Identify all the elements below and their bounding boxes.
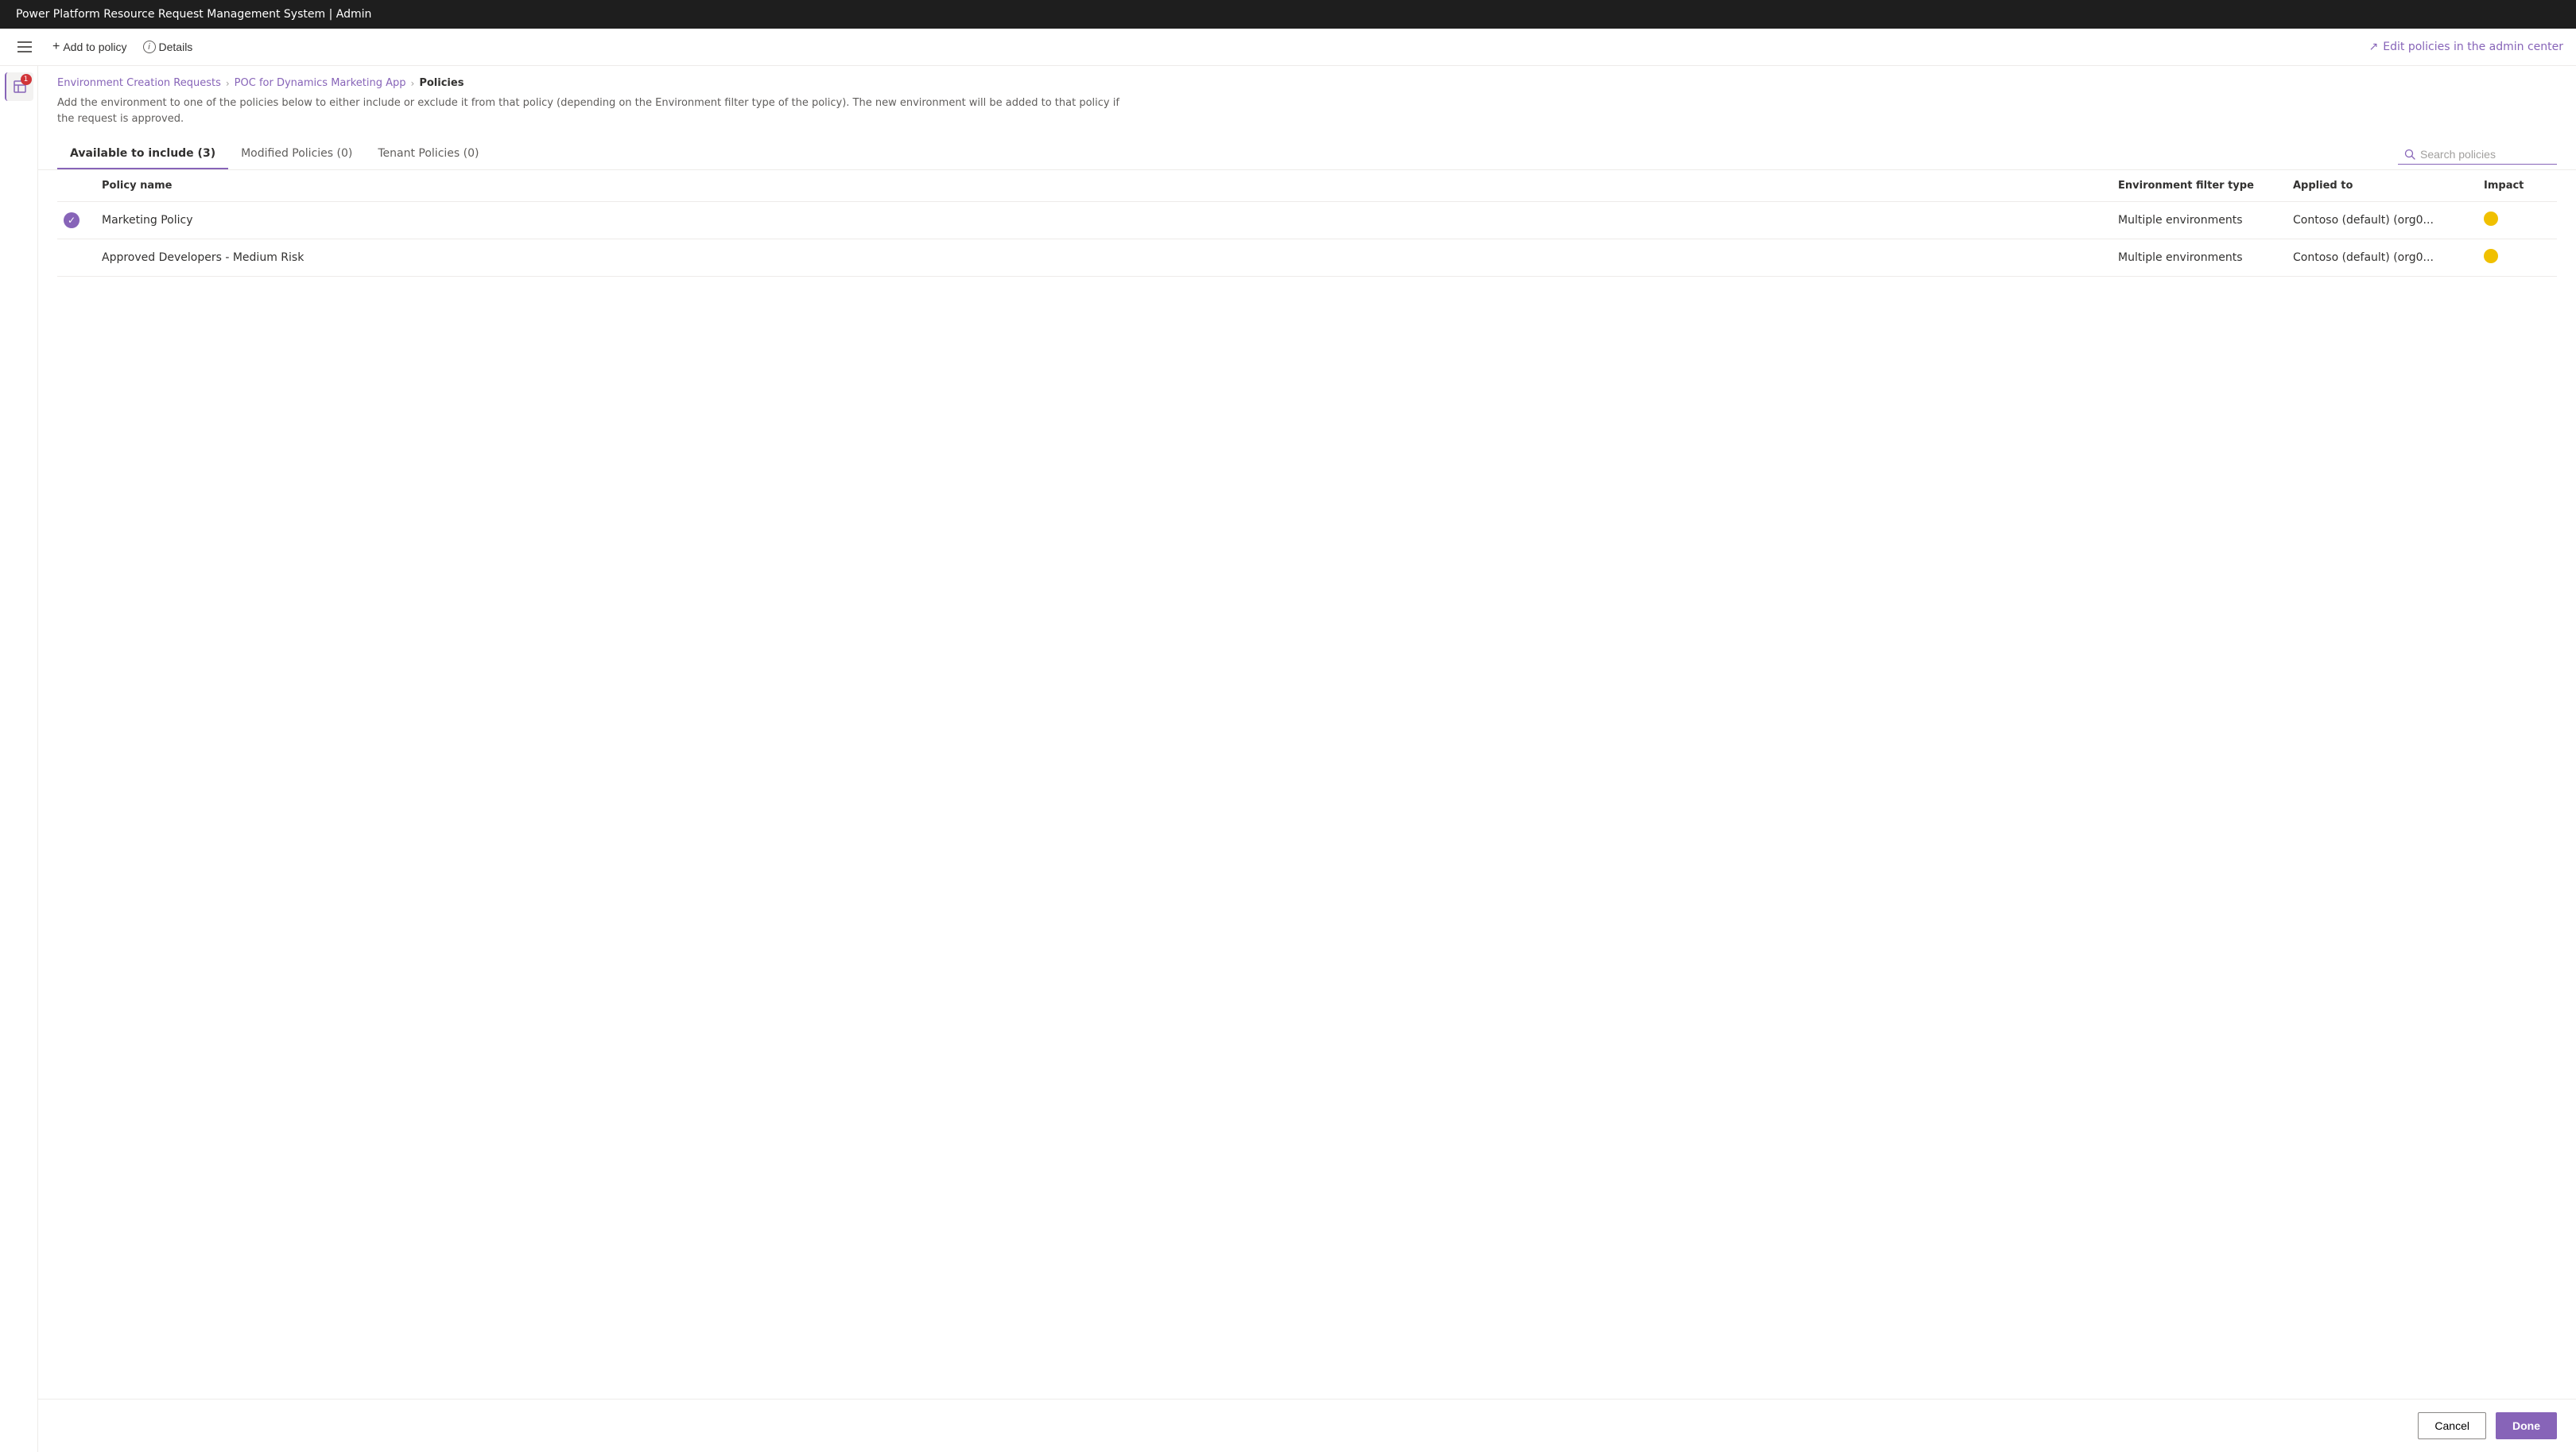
add-to-policy-button[interactable]: + Add to policy [46,35,134,59]
external-link-icon: ↗ [2369,41,2379,53]
hamburger-line-1 [17,41,32,43]
table-cell-policy-name: Marketing Policy [95,202,2112,239]
col-header-check [57,170,95,202]
table-header-row: Policy name Environment filter type Appl… [57,170,2557,202]
sidebar: 1 [0,66,38,1452]
edit-policies-label: Edit policies in the admin center [2383,41,2563,53]
tabs: Available to include (3) Modified Polici… [57,139,491,169]
details-label: Details [159,41,193,53]
table-row[interactable]: Approved Developers - Medium RiskMultipl… [57,239,2557,277]
hamburger-line-2 [17,46,32,48]
breadcrumb-step3: Policies [419,77,464,89]
tabs-container: Available to include (3) Modified Polici… [38,139,2576,170]
add-to-policy-label: Add to policy [63,41,126,53]
page-description: Add the environment to one of the polici… [38,89,1151,139]
plus-icon: + [52,40,60,54]
tab-modified[interactable]: Modified Policies (0) [228,139,365,169]
col-header-env-filter: Environment filter type [2112,170,2287,202]
footer: Cancel Done [38,1399,2576,1452]
table-cell-policy-name: Approved Developers - Medium Risk [95,239,2112,277]
breadcrumb-sep-2: › [411,78,415,89]
table-body: ✓ Marketing PolicyMultiple environmentsCo… [57,202,2557,277]
toolbar-left: + Add to policy i Details [13,35,199,59]
tab-tenant[interactable]: Tenant Policies (0) [365,139,491,169]
table-cell-applied-to: Contoso (default) (org0... [2287,239,2477,277]
breadcrumb-step1[interactable]: Environment Creation Requests [57,77,221,89]
impact-dot [2484,249,2498,263]
impact-dot [2484,212,2498,226]
notification-badge: 1 [21,74,32,85]
search-box [2398,145,2557,165]
breadcrumb: Environment Creation Requests › POC for … [38,66,2576,89]
breadcrumb-step2[interactable]: POC for Dynamics Marketing App [235,77,406,89]
policies-table: Policy name Environment filter type Appl… [57,170,2557,277]
table-cell-check [57,239,95,277]
main-content: Environment Creation Requests › POC for … [38,66,2576,1452]
table-container: Policy name Environment filter type Appl… [38,170,2576,1399]
col-header-applied-to: Applied to [2287,170,2477,202]
title-bar: Power Platform Resource Request Manageme… [0,0,2576,29]
details-button[interactable]: i Details [137,36,200,58]
edit-policies-link[interactable]: ↗ Edit policies in the admin center [2369,41,2563,53]
breadcrumb-sep-1: › [226,78,230,89]
table-cell-env-filter: Multiple environments [2112,239,2287,277]
search-input[interactable] [2420,148,2547,161]
table-cell-impact [2477,202,2557,239]
toolbar: + Add to policy i Details ↗ Edit policie… [0,29,2576,66]
table-cell-impact [2477,239,2557,277]
info-icon: i [143,41,156,53]
table-cell-check: ✓ [57,202,95,239]
search-icon [2404,149,2415,160]
table-cell-env-filter: Multiple environments [2112,202,2287,239]
col-header-impact: Impact [2477,170,2557,202]
hamburger-button[interactable] [13,37,37,57]
layout: 1 Environment Creation Requests › POC fo… [0,66,2576,1452]
hamburger-line-3 [17,51,32,52]
tab-available[interactable]: Available to include (3) [57,139,228,169]
done-button[interactable]: Done [2496,1412,2557,1439]
col-header-policy: Policy name [95,170,2112,202]
table-row[interactable]: ✓ Marketing PolicyMultiple environmentsCo… [57,202,2557,239]
cancel-button[interactable]: Cancel [2418,1412,2486,1439]
sidebar-icon-requests[interactable]: 1 [5,72,33,101]
table-cell-applied-to: Contoso (default) (org0... [2287,202,2477,239]
check-icon: ✓ [64,212,80,228]
title-bar-text: Power Platform Resource Request Manageme… [16,8,371,21]
